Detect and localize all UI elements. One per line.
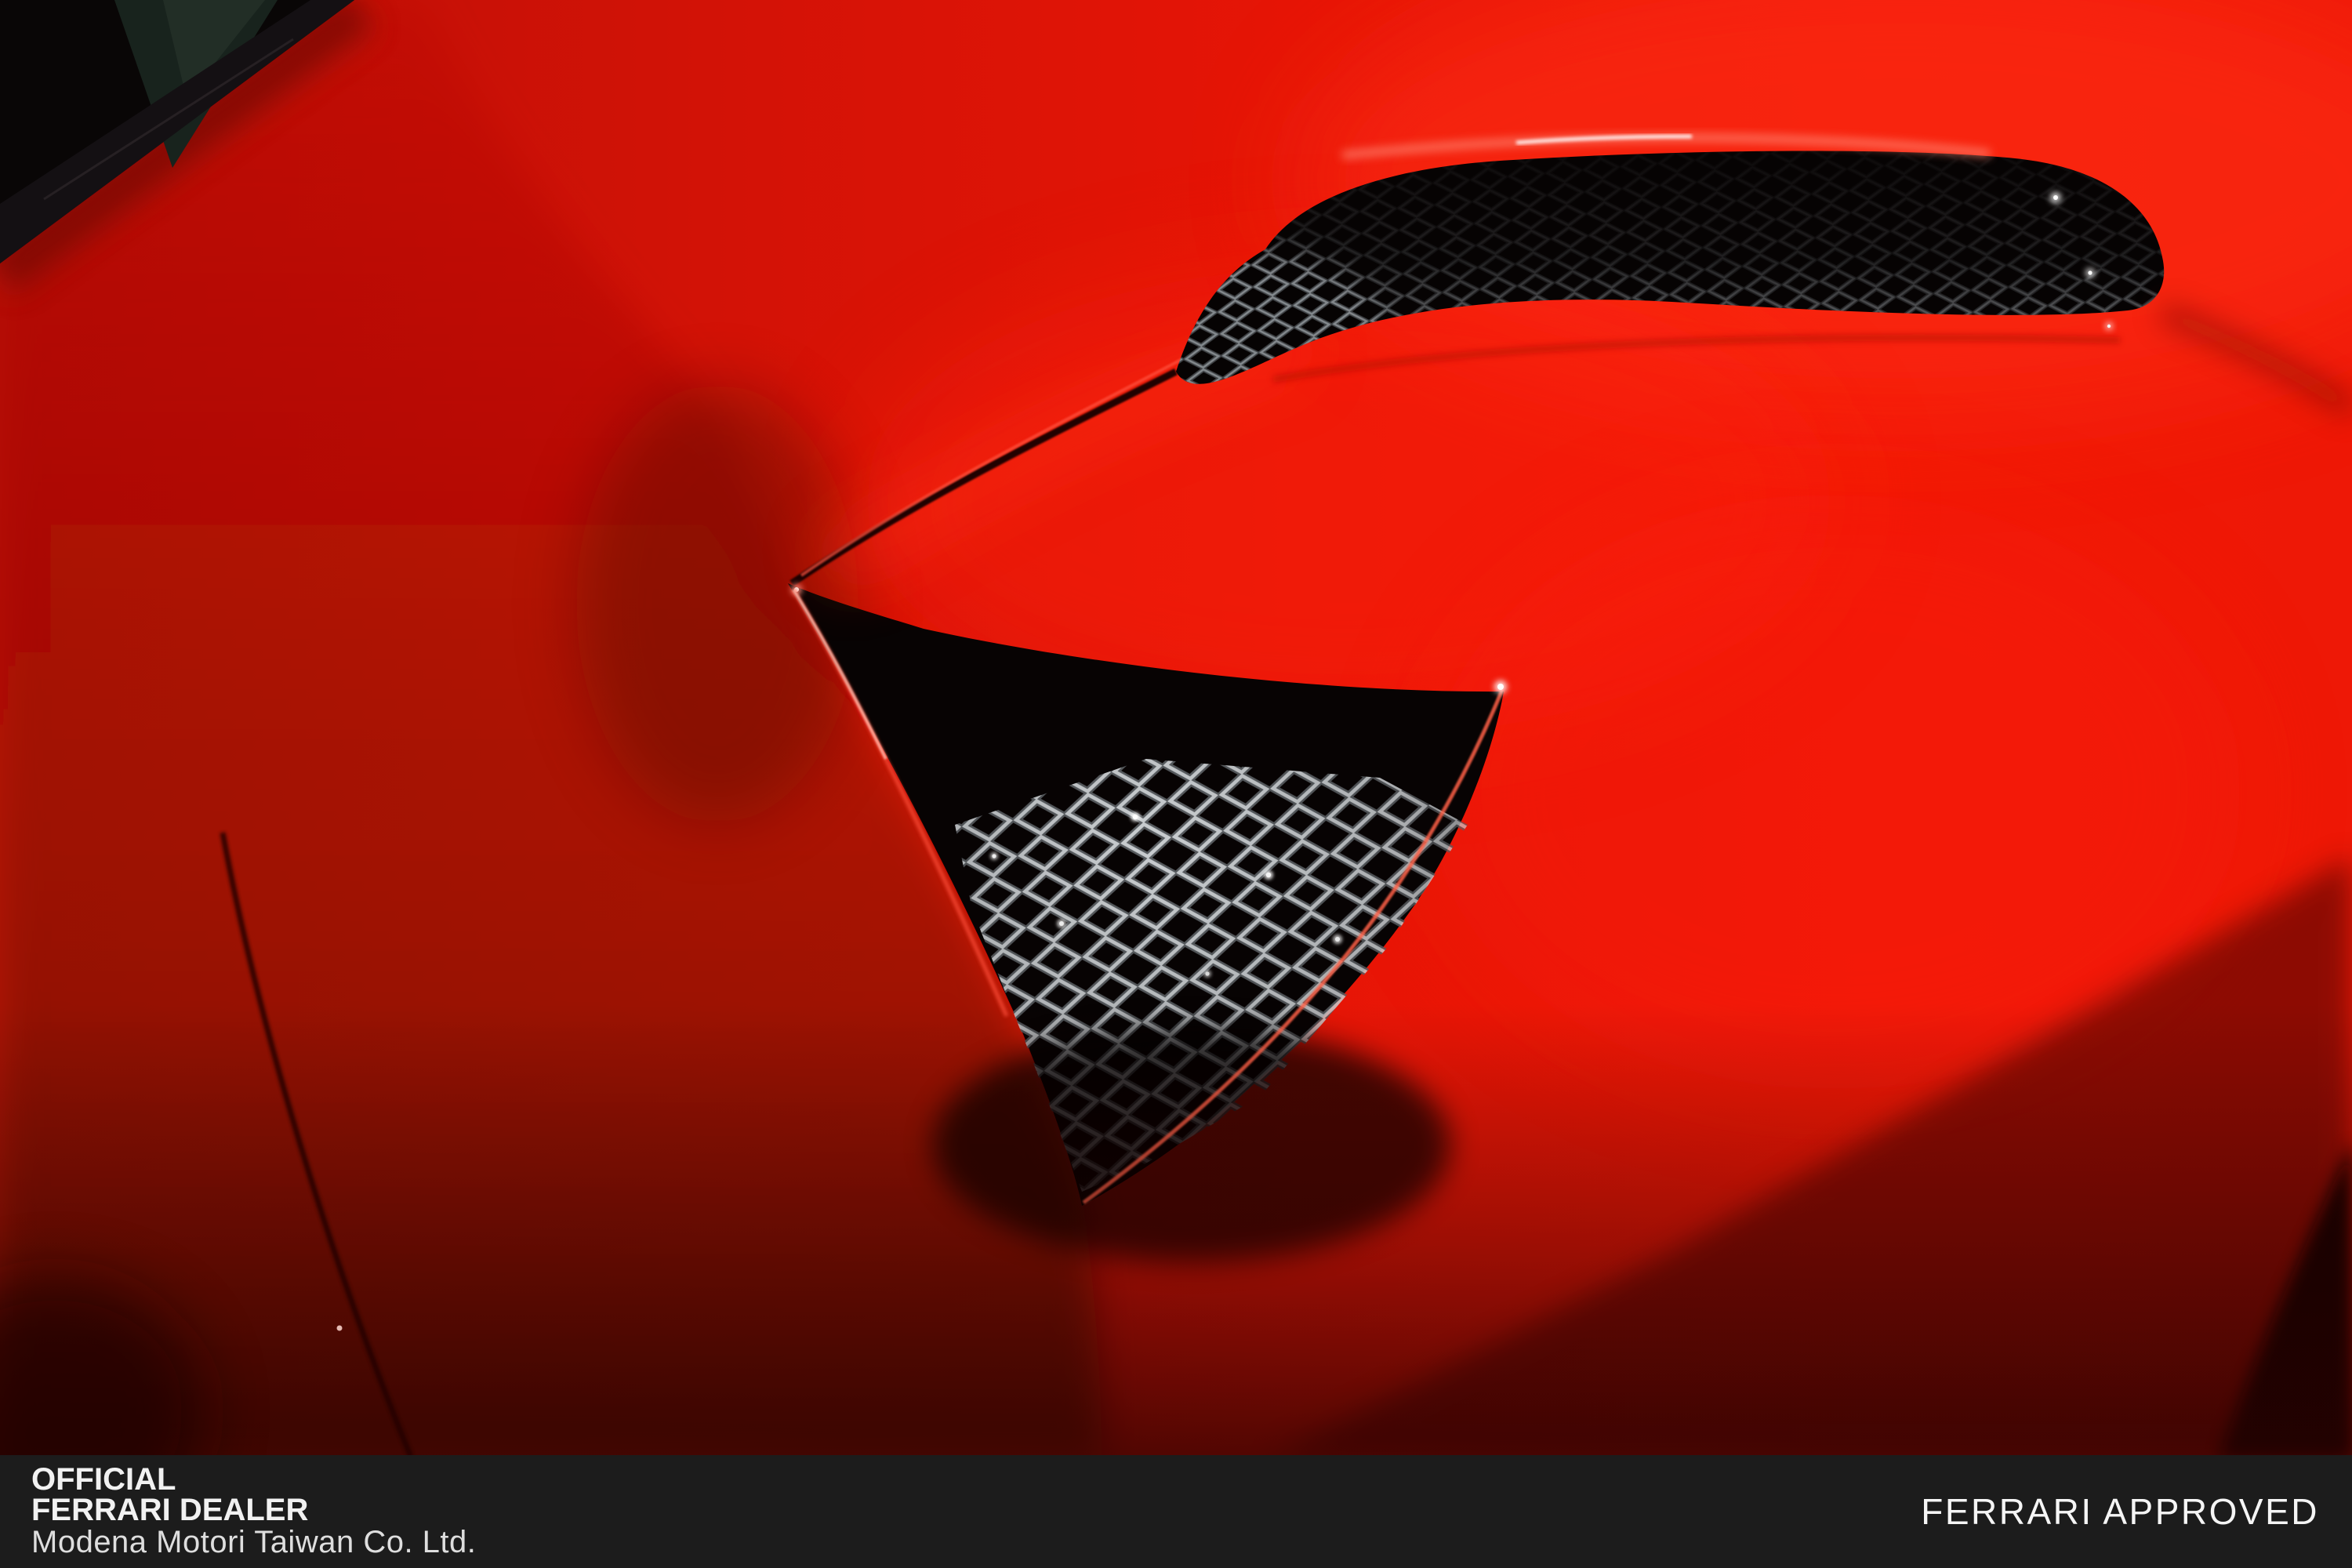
dealer-info: OFFICIAL FERRARI DEALER Modena Motori Ta… [31, 1465, 476, 1559]
dealer-info-line3: Modena Motori Taiwan Co. Ltd. [31, 1526, 476, 1559]
bottom-falloff [0, 1004, 2352, 1455]
dealer-info-line1: OFFICIAL [31, 1465, 476, 1495]
footer-bar: OFFICIAL FERRARI DEALER Modena Motori Ta… [0, 1455, 2352, 1568]
dealer-info-line2: FERRARI DEALER [31, 1495, 476, 1526]
panel-corner-specular [1497, 684, 1504, 690]
shut-line-specular [337, 1326, 343, 1331]
approved-label: FERRARI APPROVED [1921, 1490, 2319, 1533]
ferrari-bodywork-photo [0, 0, 2352, 1455]
dealer-photo-page: OFFICIAL FERRARI DEALER Modena Motori Ta… [0, 0, 2352, 1568]
